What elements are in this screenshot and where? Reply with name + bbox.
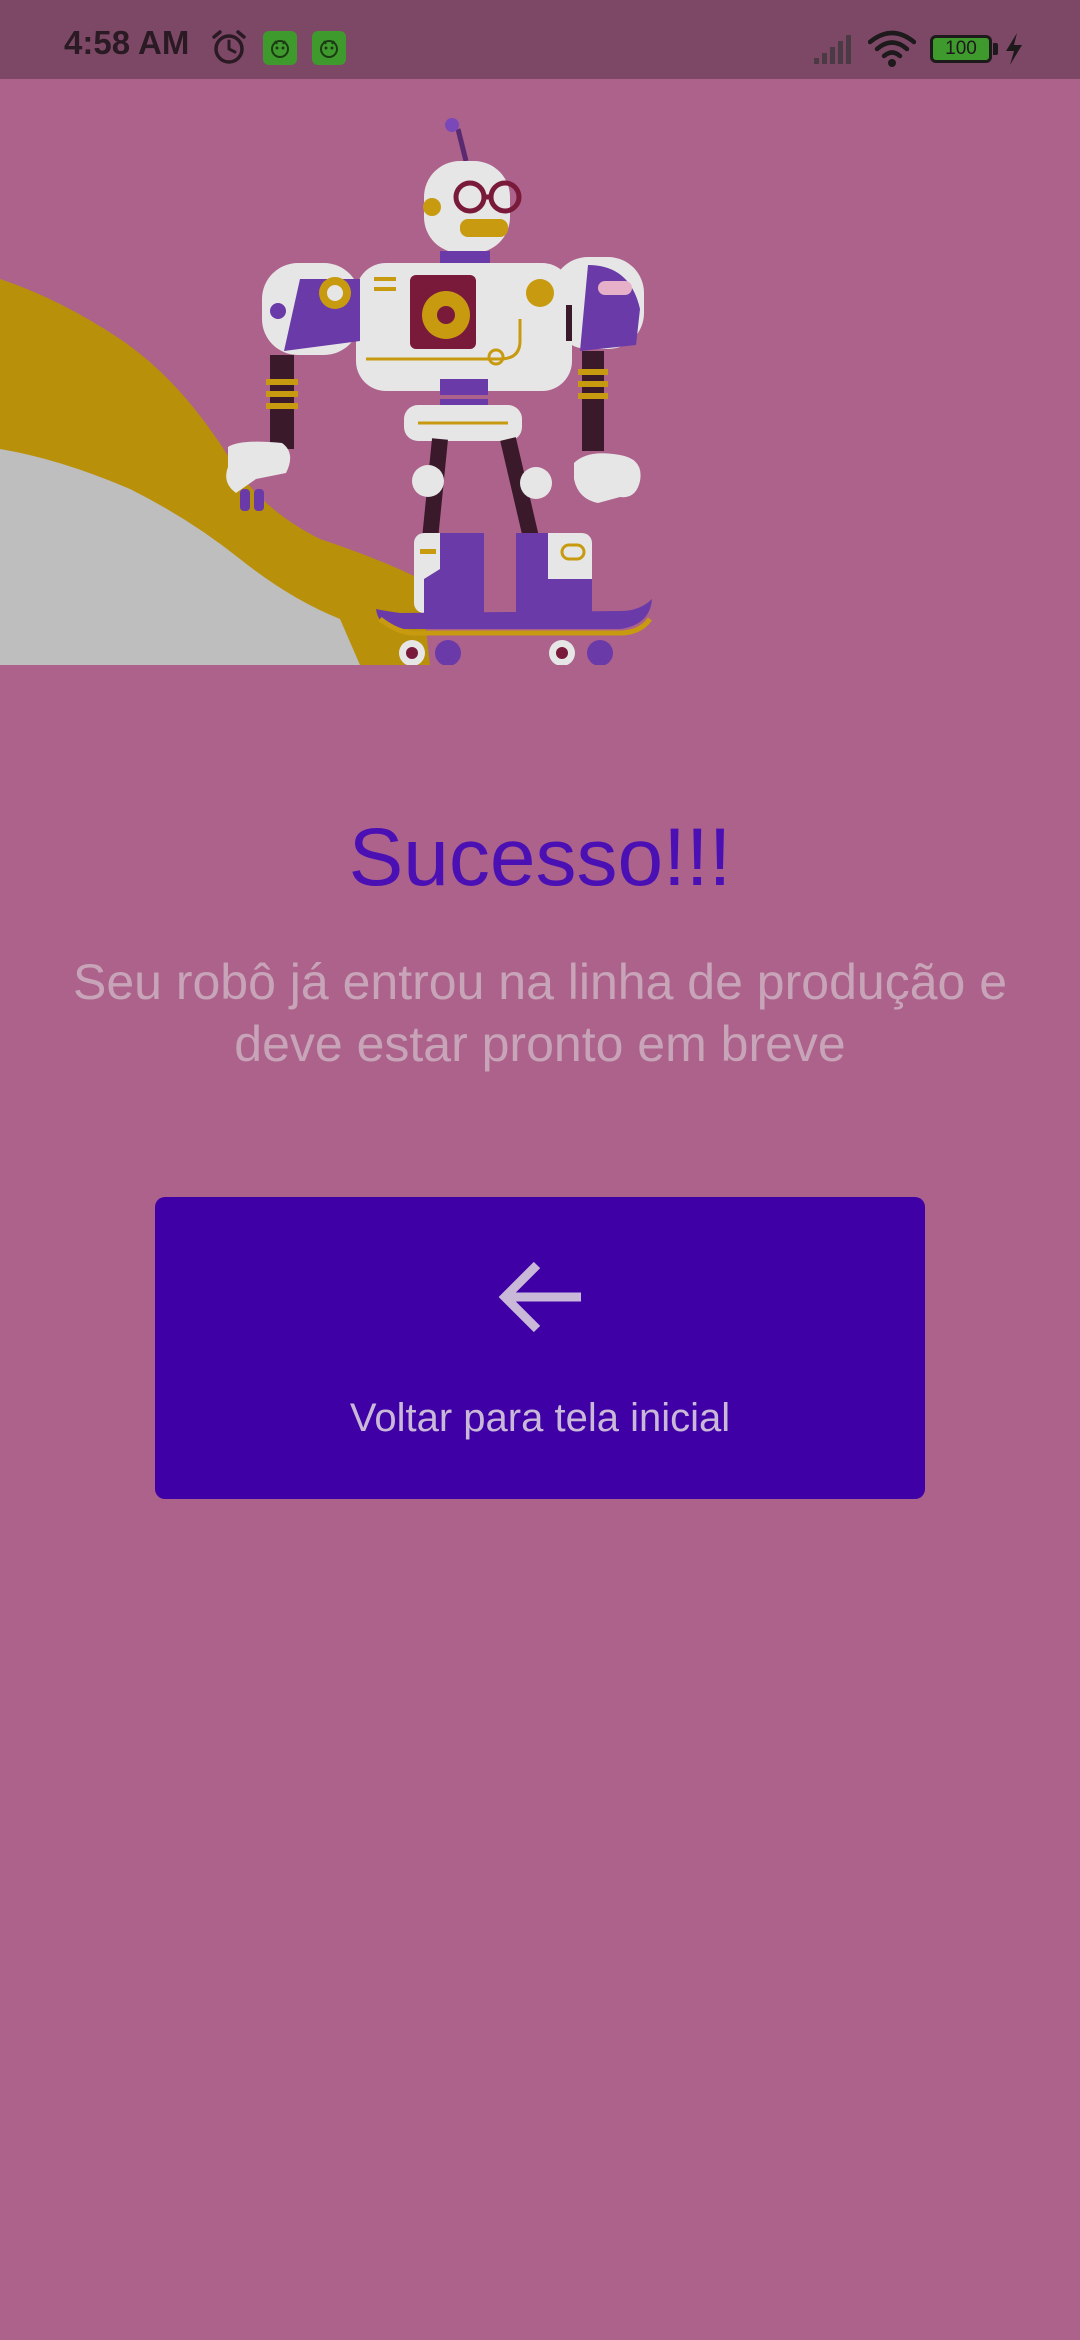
- battery-icon: 100: [930, 35, 992, 63]
- signal-icon: [812, 32, 856, 71]
- robot-illustration: [0, 79, 660, 665]
- app-notification-icon: [312, 31, 346, 65]
- back-button-label: Voltar para tela inicial: [349, 1396, 731, 1440]
- arrow-left-icon: [493, 1249, 589, 1348]
- success-message-line-1: Seu robô já entrou na linha de produção …: [72, 954, 1008, 1010]
- back-to-home-button[interactable]: Voltar para tela inicial: [155, 1197, 925, 1499]
- battery-level: 100: [945, 38, 977, 59]
- success-message: Seu robô já entrou na linha de produção …: [28, 951, 1052, 1075]
- app-notification-icon: [263, 31, 297, 65]
- page-title: Sucesso!!!: [348, 812, 732, 903]
- status-bar: 4:58 AM 100: [0, 0, 1080, 79]
- alarm-icon: [210, 28, 248, 71]
- charging-icon: [1003, 32, 1025, 71]
- wifi-icon: [867, 30, 917, 73]
- battery-tip: [993, 43, 998, 55]
- status-time: 4:58 AM: [64, 24, 190, 61]
- success-message-line-2: deve estar pronto em breve: [234, 1016, 846, 1072]
